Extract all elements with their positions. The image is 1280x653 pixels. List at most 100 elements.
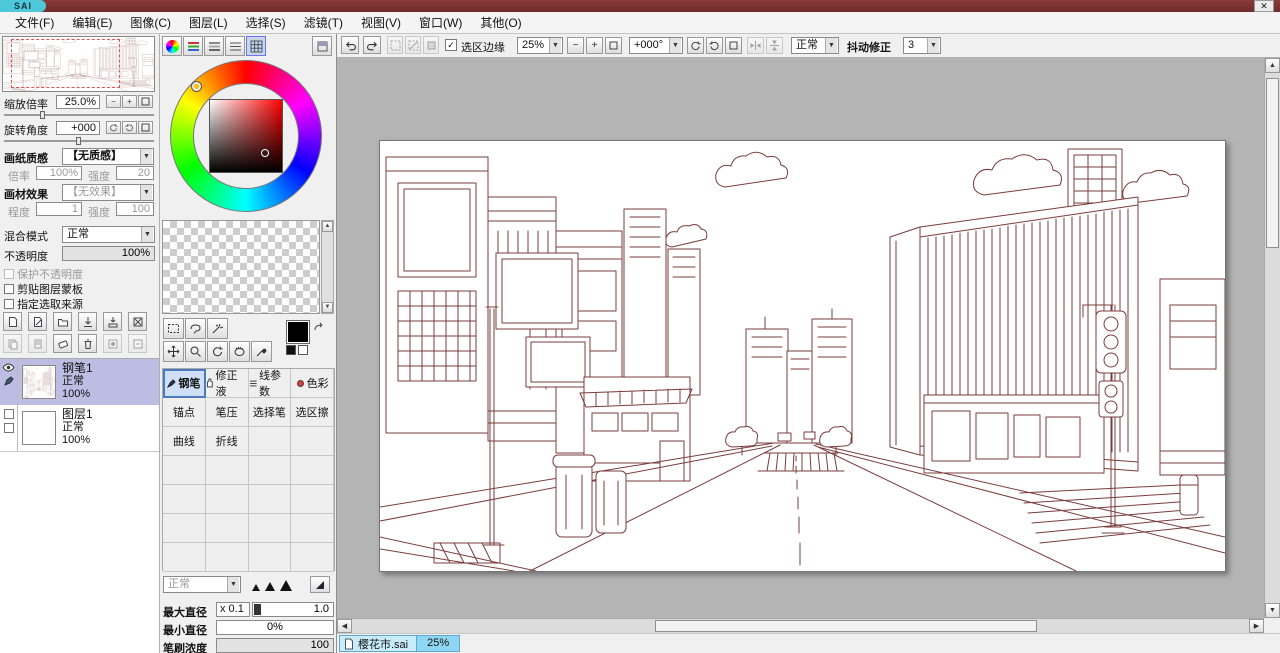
layer-options-button[interactable] xyxy=(128,334,147,353)
merge-down-button[interactable] xyxy=(103,312,122,331)
menu-view[interactable]: 视图(V) xyxy=(352,11,410,34)
close-button[interactable]: ✕ xyxy=(1254,0,1274,12)
navigator-zoom-slider[interactable] xyxy=(4,111,154,119)
tool-slot-empty[interactable] xyxy=(291,543,334,572)
navigator-angle-value[interactable]: +000 xyxy=(56,121,100,135)
scroll-up-icon[interactable]: ▲ xyxy=(1265,58,1280,73)
swatches-tab-button[interactable] xyxy=(246,36,266,56)
undo-button[interactable] xyxy=(341,36,359,54)
lock-checkbox[interactable] xyxy=(3,423,14,433)
hsv-sliders-tab-button[interactable] xyxy=(204,36,224,56)
document-canvas[interactable] xyxy=(379,140,1226,572)
option-selection-source[interactable]: 指定选取来源 xyxy=(4,296,83,311)
menu-layer[interactable]: 图层(L) xyxy=(180,11,237,34)
tool-slot-empty[interactable] xyxy=(291,456,334,485)
rotate-cw-button[interactable] xyxy=(706,37,723,54)
tool-slot-empty[interactable] xyxy=(248,427,292,456)
sv-marker[interactable] xyxy=(261,149,269,157)
redo-button[interactable] xyxy=(363,36,381,54)
brush-blend-select[interactable]: 正常 ▼ xyxy=(163,576,241,593)
navigator-rotate-ccw-button[interactable] xyxy=(106,121,121,134)
navigator-angle-slider[interactable] xyxy=(4,137,154,145)
tool-slot-empty[interactable] xyxy=(205,456,249,485)
invert-selection-button[interactable] xyxy=(405,36,421,54)
color-wheel-tab-button[interactable] xyxy=(162,36,182,56)
material-degree-value[interactable]: 1 xyxy=(36,202,82,216)
scroll-down-icon[interactable]: ▼ xyxy=(1265,603,1280,618)
layer-item-layer1[interactable]: 图层1 正常 100% xyxy=(0,405,159,452)
horizontal-scrollbar[interactable]: ◀ ▶ xyxy=(337,618,1264,633)
document-tab[interactable]: 樱花市.sai 25% xyxy=(339,635,461,652)
menu-select[interactable]: 选择(S) xyxy=(237,11,295,34)
angle-select[interactable]: +000° ▼ xyxy=(629,37,683,54)
eyedropper-tool-button[interactable] xyxy=(251,341,272,362)
menu-others[interactable]: 其他(O) xyxy=(471,11,530,34)
rotate-ccw-button[interactable] xyxy=(687,37,704,54)
tool-slot-empty[interactable] xyxy=(291,514,334,543)
vertical-scroll-thumb[interactable] xyxy=(1266,78,1279,248)
transfer-down-button[interactable] xyxy=(78,312,97,331)
paste-layer-button[interactable] xyxy=(28,334,47,353)
tool-slot-empty[interactable] xyxy=(291,427,334,456)
primary-color-chip[interactable] xyxy=(286,345,296,355)
tool-pen[interactable]: 钢笔 xyxy=(163,369,206,398)
menu-window[interactable]: 窗口(W) xyxy=(410,11,471,34)
tool-slot-empty[interactable] xyxy=(248,456,292,485)
angle-reset-button[interactable] xyxy=(725,37,742,54)
canvas-viewport[interactable] xyxy=(337,58,1264,618)
color-mixer-scratchpad[interactable] xyxy=(162,220,320,314)
scroll-right-icon[interactable]: ▶ xyxy=(1249,619,1264,633)
mixer-tab-button[interactable] xyxy=(225,36,245,56)
hand-tool-button[interactable] xyxy=(229,341,250,362)
tool-slot-empty[interactable] xyxy=(163,514,206,543)
tool-anchor[interactable]: 锚点 xyxy=(163,398,206,427)
secondary-color-chip[interactable] xyxy=(298,345,308,355)
zoom-reset-button[interactable] xyxy=(605,37,622,54)
horizontal-scroll-thumb[interactable] xyxy=(655,620,1037,632)
scroll-left-icon[interactable]: ◀ xyxy=(337,619,352,633)
brush-shape-select-button[interactable] xyxy=(310,576,330,593)
tool-slot-empty[interactable] xyxy=(163,456,206,485)
tool-slot-empty[interactable] xyxy=(248,514,292,543)
tool-slot-empty[interactable] xyxy=(248,543,292,572)
flip-horizontal-button[interactable] xyxy=(747,37,764,54)
navigator-zoom-in-button[interactable]: + xyxy=(122,95,137,108)
tool-pressure[interactable]: 笔压 xyxy=(205,398,249,427)
rotate-view-tool-button[interactable] xyxy=(207,341,228,362)
tool-slot-empty[interactable] xyxy=(163,543,206,572)
slider-handle[interactable] xyxy=(254,604,261,615)
paper-strength-value[interactable]: 20 xyxy=(116,166,154,180)
lasso-tool-button[interactable] xyxy=(185,318,206,339)
rect-select-tool-button[interactable] xyxy=(163,318,184,339)
deselect-button[interactable] xyxy=(387,36,403,54)
current-color-swatch[interactable] xyxy=(286,320,310,344)
paper-texture-select[interactable]: 【无质感】 ▼ xyxy=(62,148,154,165)
menu-edit[interactable]: 编辑(E) xyxy=(63,11,121,34)
vertical-scrollbar[interactable]: ▲ ▼ xyxy=(1264,58,1280,618)
swap-color-icon[interactable] xyxy=(312,321,326,335)
new-linework-layer-button[interactable] xyxy=(28,312,47,331)
tool-slot-empty[interactable] xyxy=(291,485,334,514)
magic-wand-tool-button[interactable] xyxy=(207,318,228,339)
brush-shape-icons[interactable] xyxy=(252,580,292,591)
delete-layer-button[interactable] xyxy=(78,334,97,353)
tool-slot-empty[interactable] xyxy=(205,514,249,543)
blend-mode-select[interactable]: 正常 ▼ xyxy=(62,226,155,243)
material-strength-value[interactable]: 100 xyxy=(116,202,154,216)
navigator-angle-reset-button[interactable] xyxy=(138,121,153,134)
min-diameter-slider[interactable]: 0% xyxy=(216,620,334,635)
navigator-zoom-reset-button[interactable] xyxy=(138,95,153,108)
tool-correction[interactable]: 修正液 xyxy=(205,369,249,398)
mask-button[interactable] xyxy=(103,334,122,353)
visibility-eye-icon[interactable] xyxy=(2,363,15,372)
hue-marker[interactable] xyxy=(192,82,201,91)
navigator-zoom-out-button[interactable]: − xyxy=(106,95,121,108)
scroll-down-icon[interactable]: ▼ xyxy=(322,302,333,313)
visibility-checkbox[interactable] xyxy=(3,409,14,419)
color-wheel[interactable] xyxy=(170,60,322,212)
menu-filter[interactable]: 滤镜(T) xyxy=(295,11,352,34)
new-layer-button[interactable] xyxy=(3,312,22,331)
tool-line-params[interactable]: 线参数 xyxy=(248,369,292,398)
tool-polyline[interactable]: 折线 xyxy=(205,427,249,456)
rgb-sliders-tab-button[interactable] xyxy=(183,36,203,56)
